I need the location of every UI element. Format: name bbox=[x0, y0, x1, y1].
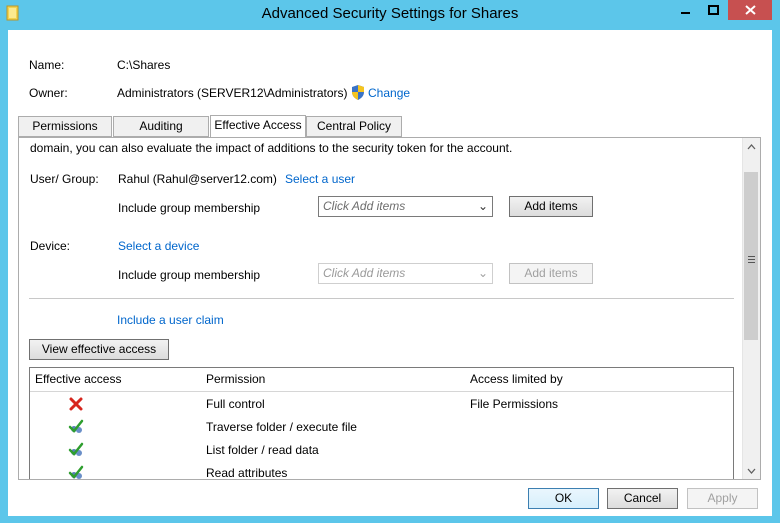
intro-text: domain, you can also evaluate the impact… bbox=[30, 141, 513, 155]
device-include-group-label: Include group membership bbox=[118, 268, 261, 282]
ok-button[interactable]: OK bbox=[528, 488, 599, 509]
user-add-items-button[interactable]: Add items bbox=[509, 196, 593, 217]
table-row[interactable]: Traverse folder / execute file bbox=[30, 416, 733, 439]
user-group-membership-combo[interactable]: Click Add items ⌄ bbox=[318, 196, 493, 217]
view-effective-access-button[interactable]: View effective access bbox=[29, 339, 169, 360]
minimize-button[interactable] bbox=[672, 0, 699, 20]
chevron-up-icon bbox=[747, 143, 756, 149]
change-owner-link[interactable]: Change bbox=[368, 86, 410, 100]
allowed-check-icon bbox=[68, 465, 84, 479]
scroll-down-button[interactable] bbox=[743, 462, 760, 479]
chevron-down-icon: ⌄ bbox=[477, 199, 488, 213]
column-header-effective-access[interactable]: Effective access bbox=[35, 372, 121, 386]
tab-central-policy[interactable]: Central Policy bbox=[306, 116, 402, 137]
allowed-check-icon bbox=[68, 419, 84, 433]
include-user-claim-link[interactable]: Include a user claim bbox=[117, 313, 224, 327]
name-value: C:\Shares bbox=[117, 58, 171, 72]
chevron-down-icon bbox=[747, 468, 756, 474]
table-row[interactable]: Read attributes bbox=[30, 462, 733, 480]
select-device-link[interactable]: Select a device bbox=[118, 239, 199, 253]
close-button[interactable] bbox=[728, 0, 772, 20]
uac-shield-icon bbox=[352, 85, 364, 100]
column-header-permission[interactable]: Permission bbox=[206, 372, 265, 386]
owner-value: Administrators (SERVER12\Administrators) bbox=[117, 86, 348, 100]
maximize-icon bbox=[708, 5, 719, 15]
user-combo-placeholder: Click Add items bbox=[323, 199, 406, 213]
maximize-button[interactable] bbox=[700, 0, 727, 20]
chevron-down-icon: ⌄ bbox=[477, 266, 488, 280]
device-add-items-button[interactable]: Add items bbox=[509, 263, 593, 284]
scroll-up-button[interactable] bbox=[743, 138, 760, 155]
table-row[interactable]: Full control File Permissions bbox=[30, 393, 733, 416]
scroll-thumb[interactable] bbox=[744, 172, 758, 340]
effective-access-table: Effective access Permission Access limit… bbox=[29, 367, 734, 480]
cancel-button[interactable]: Cancel bbox=[607, 488, 678, 509]
table-row[interactable]: List folder / read data bbox=[30, 439, 733, 462]
permission-cell: Full control bbox=[206, 397, 265, 411]
limited-by-cell: File Permissions bbox=[470, 397, 559, 411]
window-title: Advanced Security Settings for Shares bbox=[261, 5, 519, 22]
device-group-membership-combo[interactable]: Click Add items ⌄ bbox=[318, 263, 493, 284]
user-group-label: User/ Group: bbox=[30, 172, 99, 186]
select-user-link[interactable]: Select a user bbox=[285, 172, 355, 186]
title-bar: Advanced Security Settings for Shares bbox=[0, 0, 780, 30]
permission-cell: List folder / read data bbox=[206, 443, 319, 457]
user-group-value: Rahul (Rahul@server12.com) bbox=[118, 172, 277, 186]
minimize-icon bbox=[680, 12, 690, 14]
denied-x-icon bbox=[69, 397, 83, 411]
name-label: Name: bbox=[29, 58, 65, 72]
apply-button[interactable]: Apply bbox=[687, 488, 758, 509]
table-header: Effective access Permission Access limit… bbox=[30, 368, 733, 392]
tab-permissions[interactable]: Permissions bbox=[18, 116, 112, 137]
owner-label: Owner: bbox=[29, 86, 68, 100]
column-header-access-limited-by[interactable]: Access limited by bbox=[470, 372, 563, 386]
allowed-check-icon bbox=[68, 442, 84, 456]
device-combo-placeholder: Click Add items bbox=[323, 266, 406, 280]
tab-auditing[interactable]: Auditing bbox=[113, 116, 209, 137]
effective-access-panel: domain, you can also evaluate the impact… bbox=[18, 137, 761, 480]
user-include-group-label: Include group membership bbox=[118, 201, 261, 215]
tab-effective-access[interactable]: Effective Access bbox=[210, 115, 306, 138]
close-icon bbox=[744, 5, 756, 15]
grip-icon bbox=[748, 256, 755, 263]
permission-cell: Traverse folder / execute file bbox=[206, 420, 357, 434]
separator bbox=[29, 298, 734, 299]
device-label: Device: bbox=[30, 239, 71, 253]
permission-cell: Read attributes bbox=[206, 466, 288, 480]
vertical-scrollbar[interactable] bbox=[742, 138, 760, 479]
